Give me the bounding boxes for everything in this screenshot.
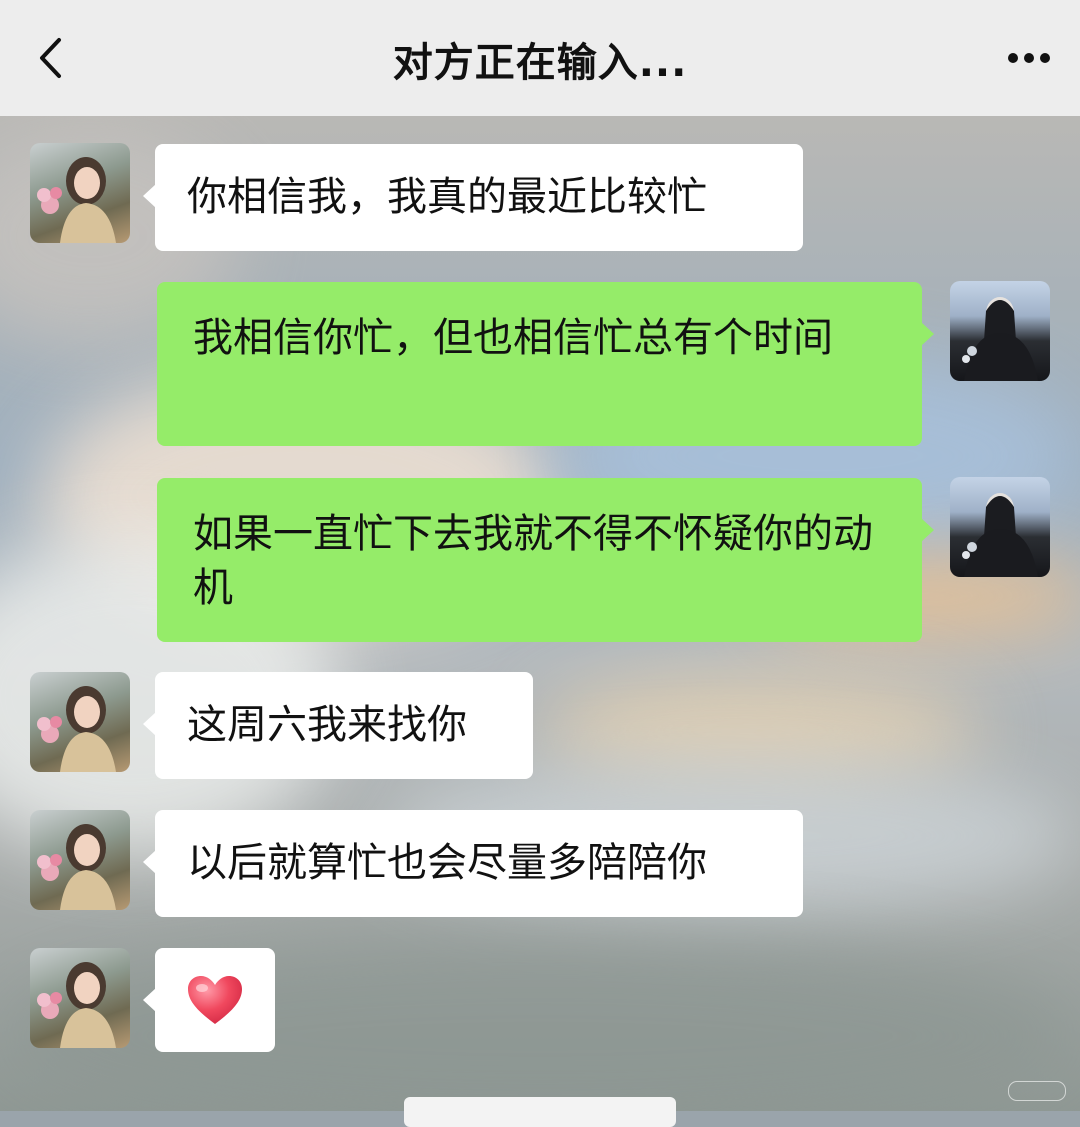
message-bubble-incoming[interactable]: 以后就算忙也会尽量多陪陪你	[143, 810, 803, 917]
more-dots-icon	[1008, 53, 1050, 63]
message-bubble-incoming[interactable]: 这周六我来找你	[143, 672, 533, 779]
message-bubble-incoming[interactable]	[143, 948, 275, 1052]
more-button[interactable]	[1004, 38, 1054, 78]
message-bubble-outgoing[interactable]: 如果一直忙下去我就不得不怀疑你的动机	[157, 478, 934, 642]
contact-avatar[interactable]	[30, 948, 130, 1048]
my-avatar[interactable]	[950, 281, 1050, 381]
my-avatar[interactable]	[950, 477, 1050, 577]
message-bubble-outgoing[interactable]: 我相信你忙，但也相信忙总有个时间	[157, 282, 934, 446]
chat-header: 对方正在输入...	[0, 0, 1080, 116]
contact-avatar[interactable]	[30, 672, 130, 772]
contact-avatar[interactable]	[30, 810, 130, 910]
message-text: 以后就算忙也会尽量多陪陪你	[187, 840, 707, 886]
bottom-input-bar[interactable]	[404, 1097, 676, 1127]
watermark-badge	[1008, 1081, 1066, 1101]
message-bubble-incoming[interactable]: 你相信我，我真的最近比较忙	[143, 144, 803, 251]
message-text: 你相信我，我真的最近比较忙	[187, 174, 707, 220]
message-text: 我相信你忙，但也相信忙总有个时间	[193, 315, 833, 361]
message-text: 这周六我来找你	[187, 702, 467, 748]
chat-title: 对方正在输入...	[392, 40, 688, 86]
heart-emoji-icon	[188, 976, 242, 1024]
contact-avatar[interactable]	[30, 143, 130, 243]
message-text: 如果一直忙下去我就不得不怀疑你的动机	[193, 511, 873, 611]
